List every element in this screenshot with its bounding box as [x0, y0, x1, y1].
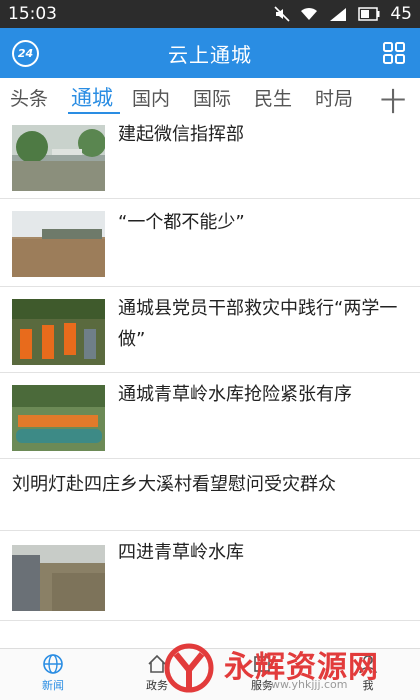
- active-tab-indicator: [68, 112, 120, 114]
- news-thumbnail: [12, 211, 105, 277]
- tab-tongcheng[interactable]: 通城: [71, 82, 122, 112]
- news-item[interactable]: 通城县党员干部救灾中践行“两学一做”: [0, 287, 420, 373]
- news-item[interactable]: 刘明灯赴四庄乡大溪村看望慰问受灾群众: [0, 459, 420, 531]
- news-title: 通城县党员干部救灾中践行“两学一做”: [118, 298, 398, 350]
- watermark: 永辉资源网 www.yhkjjj.com: [162, 642, 412, 694]
- nav-news[interactable]: 新闻: [23, 653, 83, 693]
- battery-level: 45: [390, 4, 412, 24]
- tab-guonei[interactable]: 国内: [132, 84, 183, 111]
- nav-news-label: 新闻: [42, 679, 64, 692]
- tab-shiju[interactable]: 时局: [315, 84, 366, 111]
- news-thumbnail: [12, 385, 105, 451]
- channel-24-icon[interactable]: 24: [12, 40, 39, 67]
- add-tab-icon[interactable]: 十: [380, 82, 406, 119]
- tab-guoji[interactable]: 国际: [193, 84, 244, 111]
- news-thumbnail: [12, 545, 105, 611]
- news-title: “一个都不能少”: [118, 212, 245, 233]
- wifi-icon: [300, 6, 318, 22]
- category-tabs: 头条 通城 国内 国际 民生 时局 十: [0, 78, 420, 119]
- watermark-logo-icon: [164, 643, 214, 693]
- mute-icon: [274, 6, 290, 22]
- news-title: 通城青草岭水库抢险紧张有序: [118, 384, 352, 405]
- battery-icon: [358, 7, 380, 21]
- tab-minsheng[interactable]: 民生: [254, 84, 305, 111]
- news-item[interactable]: 建起微信指挥部: [0, 117, 420, 199]
- news-item[interactable]: 通城青草岭水库抢险紧张有序: [0, 373, 420, 459]
- tab-toutiao[interactable]: 头条: [10, 84, 61, 111]
- news-item[interactable]: 四进青草岭水库: [0, 531, 420, 621]
- grid-menu-icon[interactable]: [382, 41, 406, 65]
- news-title: 建起微信指挥部: [118, 124, 244, 145]
- news-title: 四进青草岭水库: [118, 542, 244, 563]
- news-title: 刘明灯赴四庄乡大溪村看望慰问受灾群众: [12, 474, 336, 495]
- app-header: 24 云上通城: [0, 28, 420, 78]
- watermark-url: www.yhkjjj.com: [262, 678, 348, 691]
- page-title: 云上通城: [168, 42, 252, 67]
- news-thumbnail: [12, 125, 105, 191]
- news-thumbnail: [12, 299, 105, 365]
- news-item[interactable]: “一个都不能少”: [0, 199, 420, 287]
- status-time: 15:03: [8, 4, 57, 24]
- signal-icon: [328, 6, 348, 22]
- globe-icon: [43, 654, 63, 674]
- status-bar: 15:03 45: [0, 0, 420, 28]
